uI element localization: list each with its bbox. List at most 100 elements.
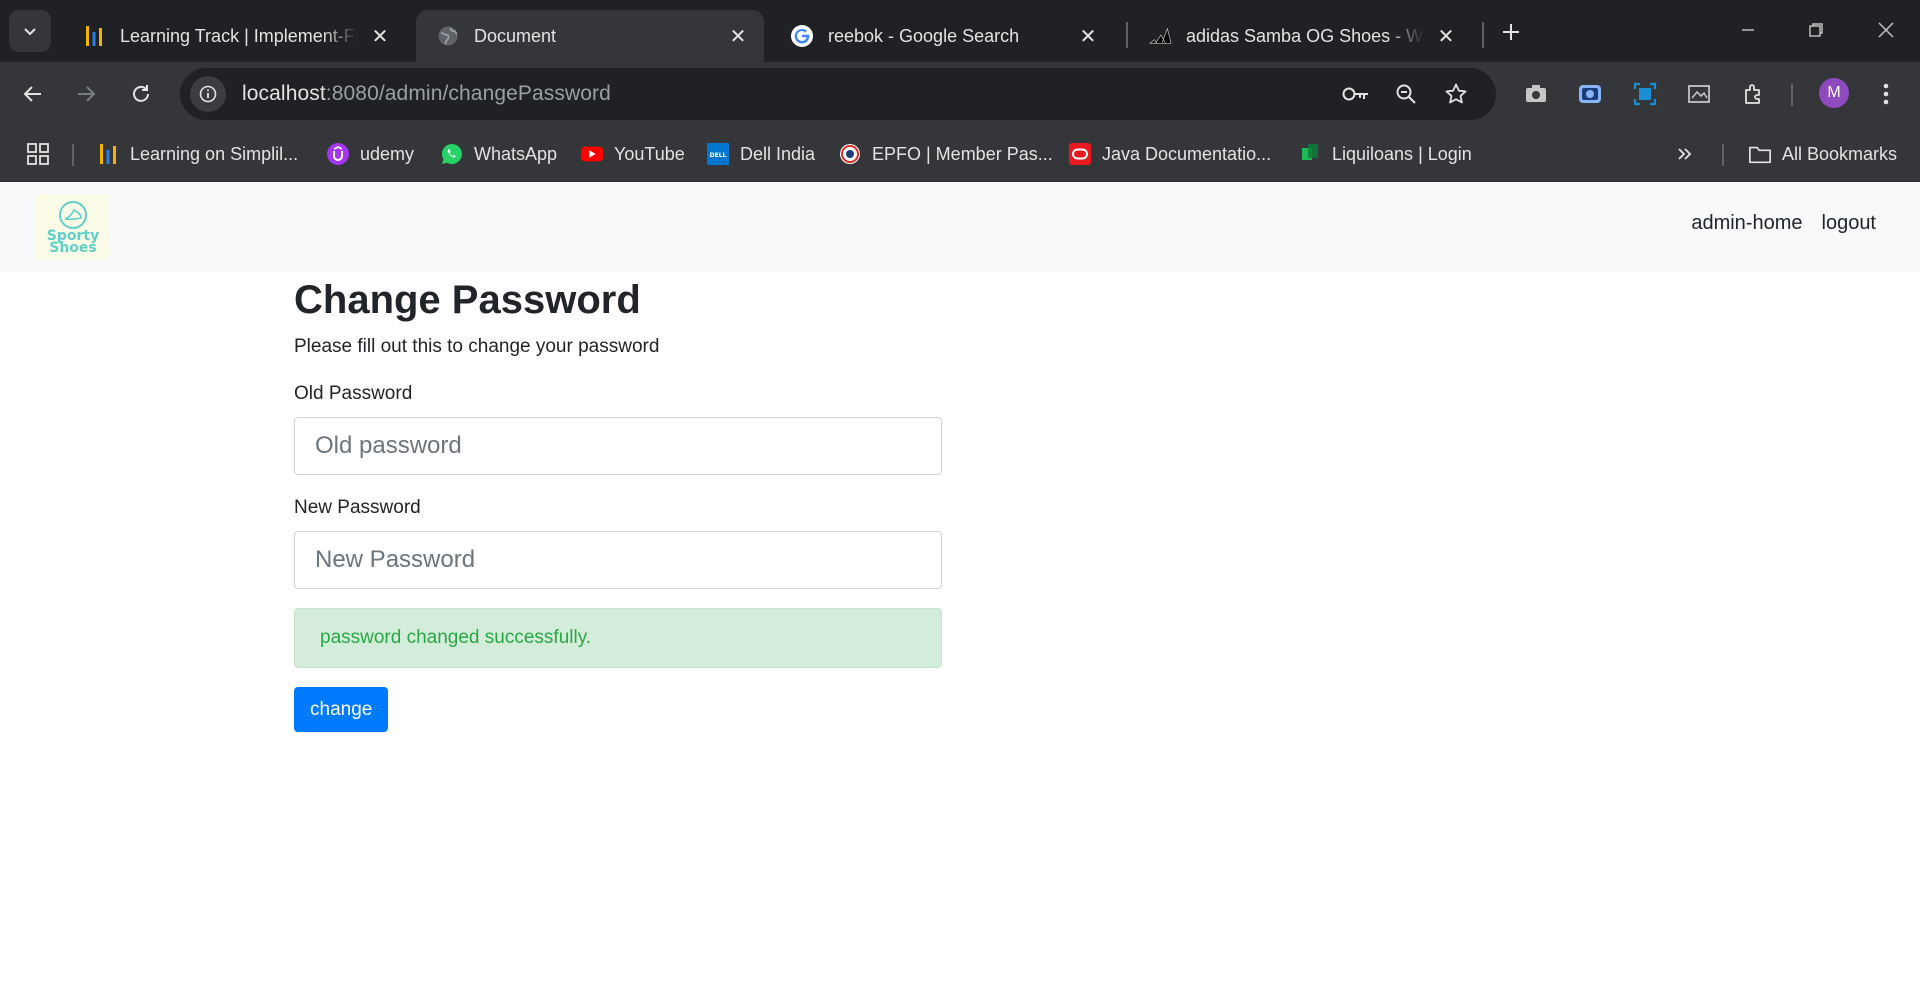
record-extension-icon[interactable] (1572, 76, 1608, 112)
bookmark-label: EPFO | Member Pas... (872, 143, 1053, 164)
udemy-icon (326, 142, 350, 166)
liquiloans-icon (1298, 142, 1322, 166)
restore-button[interactable] (1796, 14, 1836, 46)
screenshot-extension-icon[interactable] (1627, 76, 1663, 112)
form-subtitle: Please fill out this to change your pass… (294, 336, 660, 357)
tab-search-button[interactable] (9, 10, 51, 52)
tab-title: adidas Samba OG Shoes - White (1186, 25, 1424, 46)
old-password-label: Old Password (294, 383, 413, 404)
password-key-icon[interactable] (1338, 76, 1374, 112)
globe-icon (436, 24, 460, 48)
dell-icon: DELL (706, 142, 730, 166)
tab-title: reebok - Google Search (828, 25, 1020, 46)
logout-link[interactable]: logout (1822, 212, 1877, 235)
close-icon[interactable]: ✕ (368, 24, 392, 48)
shoe-logo-icon (59, 201, 87, 229)
browser-toolbar: localhost:8080/admin/changePassword M (0, 62, 1920, 126)
star-icon[interactable] (1438, 76, 1474, 112)
bookmark-label: Java Documentatio... (1102, 143, 1272, 164)
close-icon[interactable]: ✕ (1076, 24, 1100, 48)
bookmarks-bar: Learning on Simplil... udemy WhatsApp Yo… (0, 126, 1920, 182)
new-password-input[interactable] (294, 531, 942, 589)
close-icon (1878, 22, 1894, 38)
tab-adidas[interactable]: adidas Samba OG Shoes - White ✕ (1128, 10, 1472, 62)
whatsapp-icon (440, 142, 464, 166)
bookmark-epfo[interactable]: EPFO | Member Pas... (838, 138, 1053, 170)
page-title: Change Password (294, 278, 641, 322)
more-vertical-icon (1883, 83, 1889, 105)
url-text[interactable]: localhost:8080/admin/changePassword (242, 82, 611, 106)
tab-title: Document (474, 25, 557, 46)
reload-icon (133, 85, 149, 102)
bookmarks-separator (1722, 144, 1724, 166)
site-info-icon[interactable] (190, 76, 226, 112)
bookmarks-separator (72, 144, 74, 166)
tab-google-search[interactable]: reebok - Google Search ✕ (770, 10, 1114, 62)
profile-avatar[interactable]: M (1819, 78, 1849, 108)
minimize-button[interactable] (1728, 14, 1768, 46)
site-navbar: Sporty Shoes admin-home logout (0, 182, 1920, 272)
arrow-right-icon (78, 86, 96, 102)
new-password-label: New Password (294, 497, 421, 518)
bookmark-whatsapp[interactable]: WhatsApp (440, 138, 557, 170)
address-bar-actions (1338, 76, 1474, 112)
tab-document[interactable]: Document ✕ (416, 10, 764, 62)
tab-title: Learning Track | Implement-Framew (120, 25, 358, 46)
toolbar-separator (1791, 84, 1793, 106)
logo-text: Sporty Shoes (46, 228, 100, 256)
bookmark-label: udemy (360, 143, 415, 164)
bookmark-label: WhatsApp (474, 143, 558, 164)
apps-grid-button[interactable] (26, 138, 50, 170)
capture-extension-icon[interactable] (1681, 76, 1717, 112)
old-password-input[interactable] (294, 417, 942, 475)
folder-icon (1748, 142, 1772, 166)
success-alert: password changed successfully. (294, 608, 942, 668)
forward-button[interactable] (68, 76, 104, 112)
all-bookmarks-button[interactable]: All Bookmarks (1748, 138, 1897, 170)
change-password-form: Change Password Please fill out this to … (294, 272, 942, 732)
sporty-shoes-logo[interactable]: Sporty Shoes (36, 194, 110, 260)
chevron-down-icon (24, 28, 36, 36)
bookmark-youtube[interactable]: YouTube (580, 138, 685, 170)
bookmark-label: Liquiloans | Login (1332, 143, 1472, 164)
bookmark-label: YouTube (614, 143, 685, 164)
tab-separator (1482, 22, 1484, 48)
minimize-icon (1742, 29, 1754, 31)
admin-home-link[interactable]: admin-home (1691, 212, 1802, 235)
adidas-icon (1148, 24, 1172, 48)
extensions-puzzle-icon[interactable] (1736, 76, 1772, 112)
change-button[interactable]: change (294, 687, 389, 732)
all-bookmarks-label: All Bookmarks (1782, 143, 1898, 164)
simplilearn-icon (96, 142, 120, 166)
nav-links: admin-home logout (1691, 212, 1876, 235)
arrow-left-icon (23, 86, 41, 102)
close-icon[interactable]: ✕ (726, 24, 750, 48)
close-window-button[interactable] (1866, 14, 1906, 46)
menu-kebab-button[interactable] (1868, 76, 1904, 112)
bookmark-liquiloans[interactable]: Liquiloans | Login (1298, 138, 1472, 170)
bookmark-dell[interactable]: DELL Dell India (706, 138, 815, 170)
bookmark-simplilearn[interactable]: Learning on Simplil... (96, 138, 298, 170)
bookmark-label: Dell India (740, 143, 816, 164)
bookmark-udemy[interactable]: udemy (326, 138, 414, 170)
simplilearn-icon (82, 24, 106, 48)
bookmark-label: Learning on Simplil... (130, 143, 299, 164)
epfo-icon (838, 142, 862, 166)
more-bookmarks-button[interactable] (1676, 138, 1694, 170)
new-tab-button[interactable] (1495, 16, 1527, 48)
oracle-icon (1068, 142, 1092, 166)
tab-strip: Learning Track | Implement-Framew ✕ Docu… (0, 0, 1920, 62)
close-icon[interactable]: ✕ (1434, 24, 1458, 48)
browser-chrome: Learning Track | Implement-Framew ✕ Docu… (0, 0, 1920, 182)
reload-button[interactable] (123, 76, 159, 112)
tab-learning-track[interactable]: Learning Track | Implement-Framew ✕ (62, 10, 406, 62)
camera-extension-icon[interactable] (1518, 76, 1554, 112)
bookmark-java-docs[interactable]: Java Documentatio... (1068, 138, 1271, 170)
plus-icon (1503, 24, 1519, 40)
google-icon (790, 24, 814, 48)
youtube-icon (580, 142, 604, 166)
back-button[interactable] (15, 76, 51, 112)
address-bar[interactable]: localhost:8080/admin/changePassword (180, 68, 1496, 120)
apps-grid-icon (27, 143, 49, 165)
zoom-icon[interactable] (1388, 76, 1424, 112)
